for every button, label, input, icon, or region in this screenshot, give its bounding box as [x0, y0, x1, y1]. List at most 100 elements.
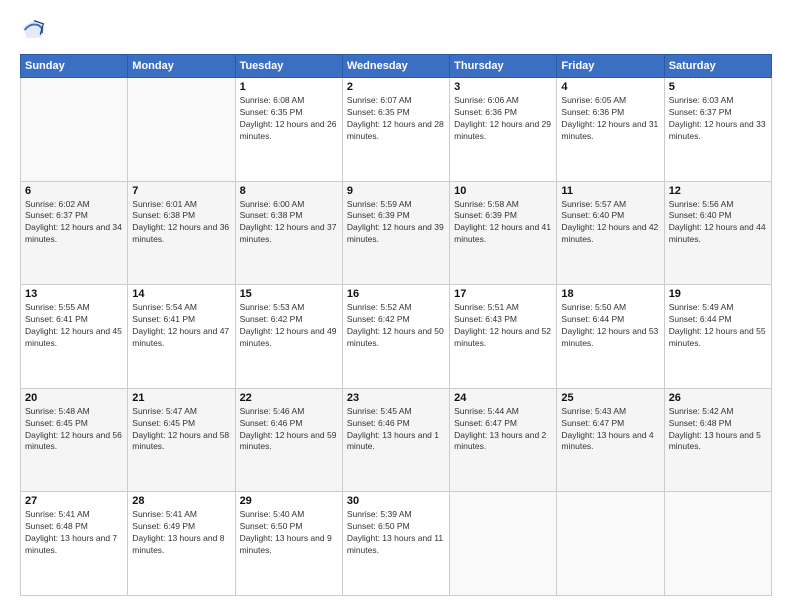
day-info: Sunrise: 5:56 AM Sunset: 6:40 PM Dayligh…: [669, 199, 767, 247]
day-number: 7: [132, 185, 230, 197]
day-info: Sunrise: 5:52 AM Sunset: 6:42 PM Dayligh…: [347, 302, 445, 350]
day-number: 28: [132, 495, 230, 507]
day-info: Sunrise: 6:01 AM Sunset: 6:38 PM Dayligh…: [132, 199, 230, 247]
calendar-cell: [128, 78, 235, 182]
weekday-header: Wednesday: [342, 55, 449, 78]
calendar-header-row: SundayMondayTuesdayWednesdayThursdayFrid…: [21, 55, 772, 78]
day-info: Sunrise: 5:41 AM Sunset: 6:49 PM Dayligh…: [132, 509, 230, 557]
day-info: Sunrise: 5:39 AM Sunset: 6:50 PM Dayligh…: [347, 509, 445, 557]
day-info: Sunrise: 5:44 AM Sunset: 6:47 PM Dayligh…: [454, 406, 552, 454]
calendar-week-row: 27 Sunrise: 5:41 AM Sunset: 6:48 PM Dayli…: [21, 492, 772, 596]
day-number: 19: [669, 288, 767, 300]
calendar-cell: 3 Sunrise: 6:06 AM Sunset: 6:36 PM Daylig…: [450, 78, 557, 182]
day-info: Sunrise: 5:58 AM Sunset: 6:39 PM Dayligh…: [454, 199, 552, 247]
calendar-cell: 19 Sunrise: 5:49 AM Sunset: 6:44 PM Dayli…: [664, 285, 771, 389]
calendar-cell: 29 Sunrise: 5:40 AM Sunset: 6:50 PM Dayli…: [235, 492, 342, 596]
calendar-week-row: 1 Sunrise: 6:08 AM Sunset: 6:35 PM Daylig…: [21, 78, 772, 182]
calendar-cell: 24 Sunrise: 5:44 AM Sunset: 6:47 PM Dayli…: [450, 388, 557, 492]
calendar-table: SundayMondayTuesdayWednesdayThursdayFrid…: [20, 54, 772, 596]
day-number: 10: [454, 185, 552, 197]
day-number: 14: [132, 288, 230, 300]
day-number: 21: [132, 392, 230, 404]
day-number: 30: [347, 495, 445, 507]
day-number: 22: [240, 392, 338, 404]
day-info: Sunrise: 6:00 AM Sunset: 6:38 PM Dayligh…: [240, 199, 338, 247]
day-info: Sunrise: 6:06 AM Sunset: 6:36 PM Dayligh…: [454, 95, 552, 143]
day-number: 16: [347, 288, 445, 300]
day-number: 18: [561, 288, 659, 300]
day-info: Sunrise: 5:41 AM Sunset: 6:48 PM Dayligh…: [25, 509, 123, 557]
day-info: Sunrise: 5:43 AM Sunset: 6:47 PM Dayligh…: [561, 406, 659, 454]
calendar-cell: 22 Sunrise: 5:46 AM Sunset: 6:46 PM Dayli…: [235, 388, 342, 492]
day-number: 5: [669, 81, 767, 93]
calendar-week-row: 20 Sunrise: 5:48 AM Sunset: 6:45 PM Dayli…: [21, 388, 772, 492]
calendar-week-row: 6 Sunrise: 6:02 AM Sunset: 6:37 PM Daylig…: [21, 181, 772, 285]
calendar-cell: 8 Sunrise: 6:00 AM Sunset: 6:38 PM Daylig…: [235, 181, 342, 285]
day-number: 1: [240, 81, 338, 93]
calendar-cell: 18 Sunrise: 5:50 AM Sunset: 6:44 PM Dayli…: [557, 285, 664, 389]
day-info: Sunrise: 6:08 AM Sunset: 6:35 PM Dayligh…: [240, 95, 338, 143]
calendar-week-row: 13 Sunrise: 5:55 AM Sunset: 6:41 PM Dayli…: [21, 285, 772, 389]
calendar-cell: [664, 492, 771, 596]
calendar-cell: 28 Sunrise: 5:41 AM Sunset: 6:49 PM Dayli…: [128, 492, 235, 596]
day-number: 4: [561, 81, 659, 93]
day-number: 15: [240, 288, 338, 300]
day-number: 8: [240, 185, 338, 197]
calendar-cell: 6 Sunrise: 6:02 AM Sunset: 6:37 PM Daylig…: [21, 181, 128, 285]
day-info: Sunrise: 6:02 AM Sunset: 6:37 PM Dayligh…: [25, 199, 123, 247]
day-number: 29: [240, 495, 338, 507]
calendar-cell: 21 Sunrise: 5:47 AM Sunset: 6:45 PM Dayli…: [128, 388, 235, 492]
day-number: 3: [454, 81, 552, 93]
calendar-cell: 13 Sunrise: 5:55 AM Sunset: 6:41 PM Dayli…: [21, 285, 128, 389]
day-number: 2: [347, 81, 445, 93]
calendar-cell: 25 Sunrise: 5:43 AM Sunset: 6:47 PM Dayli…: [557, 388, 664, 492]
day-info: Sunrise: 5:59 AM Sunset: 6:39 PM Dayligh…: [347, 199, 445, 247]
calendar-cell: 9 Sunrise: 5:59 AM Sunset: 6:39 PM Daylig…: [342, 181, 449, 285]
weekday-header: Thursday: [450, 55, 557, 78]
day-number: 24: [454, 392, 552, 404]
calendar-cell: 15 Sunrise: 5:53 AM Sunset: 6:42 PM Dayli…: [235, 285, 342, 389]
day-info: Sunrise: 5:45 AM Sunset: 6:46 PM Dayligh…: [347, 406, 445, 454]
day-info: Sunrise: 5:49 AM Sunset: 6:44 PM Dayligh…: [669, 302, 767, 350]
calendar-cell: 27 Sunrise: 5:41 AM Sunset: 6:48 PM Dayli…: [21, 492, 128, 596]
day-number: 6: [25, 185, 123, 197]
day-info: Sunrise: 5:50 AM Sunset: 6:44 PM Dayligh…: [561, 302, 659, 350]
day-number: 20: [25, 392, 123, 404]
day-info: Sunrise: 5:42 AM Sunset: 6:48 PM Dayligh…: [669, 406, 767, 454]
day-info: Sunrise: 5:51 AM Sunset: 6:43 PM Dayligh…: [454, 302, 552, 350]
day-number: 12: [669, 185, 767, 197]
calendar-cell: 5Sunrise: 6:03 AM Sunset: 6:37 PM Daylig…: [664, 78, 771, 182]
weekday-header: Sunday: [21, 55, 128, 78]
day-number: 23: [347, 392, 445, 404]
day-number: 25: [561, 392, 659, 404]
weekday-header: Tuesday: [235, 55, 342, 78]
calendar-cell: [450, 492, 557, 596]
page: SundayMondayTuesdayWednesdayThursdayFrid…: [0, 0, 792, 612]
calendar-cell: 1 Sunrise: 6:08 AM Sunset: 6:35 PM Daylig…: [235, 78, 342, 182]
day-info: Sunrise: 5:47 AM Sunset: 6:45 PM Dayligh…: [132, 406, 230, 454]
logo-icon: [20, 16, 48, 44]
day-info: Sunrise: 5:55 AM Sunset: 6:41 PM Dayligh…: [25, 302, 123, 350]
day-info: Sunrise: 5:53 AM Sunset: 6:42 PM Dayligh…: [240, 302, 338, 350]
day-number: 11: [561, 185, 659, 197]
day-number: 27: [25, 495, 123, 507]
calendar-cell: 20 Sunrise: 5:48 AM Sunset: 6:45 PM Dayli…: [21, 388, 128, 492]
day-number: 13: [25, 288, 123, 300]
day-info: Sunrise: 5:46 AM Sunset: 6:46 PM Dayligh…: [240, 406, 338, 454]
day-number: 9: [347, 185, 445, 197]
weekday-header: Monday: [128, 55, 235, 78]
calendar-cell: 14Sunrise: 5:54 AM Sunset: 6:41 PM Dayli…: [128, 285, 235, 389]
logo: [20, 16, 52, 44]
header: [20, 16, 772, 44]
calendar-cell: 12 Sunrise: 5:56 AM Sunset: 6:40 PM Dayli…: [664, 181, 771, 285]
calendar-cell: 4Sunrise: 6:05 AM Sunset: 6:36 PM Daylig…: [557, 78, 664, 182]
calendar-cell: 7 Sunrise: 6:01 AM Sunset: 6:38 PM Daylig…: [128, 181, 235, 285]
day-info: Sunrise: 5:40 AM Sunset: 6:50 PM Dayligh…: [240, 509, 338, 557]
calendar-cell: [557, 492, 664, 596]
calendar-cell: 2Sunrise: 6:07 AM Sunset: 6:35 PM Daylig…: [342, 78, 449, 182]
calendar-cell: 26 Sunrise: 5:42 AM Sunset: 6:48 PM Dayli…: [664, 388, 771, 492]
day-info: Sunrise: 5:48 AM Sunset: 6:45 PM Dayligh…: [25, 406, 123, 454]
calendar-cell: 17Sunrise: 5:51 AM Sunset: 6:43 PM Dayli…: [450, 285, 557, 389]
calendar-cell: 11Sunrise: 5:57 AM Sunset: 6:40 PM Dayli…: [557, 181, 664, 285]
day-number: 26: [669, 392, 767, 404]
